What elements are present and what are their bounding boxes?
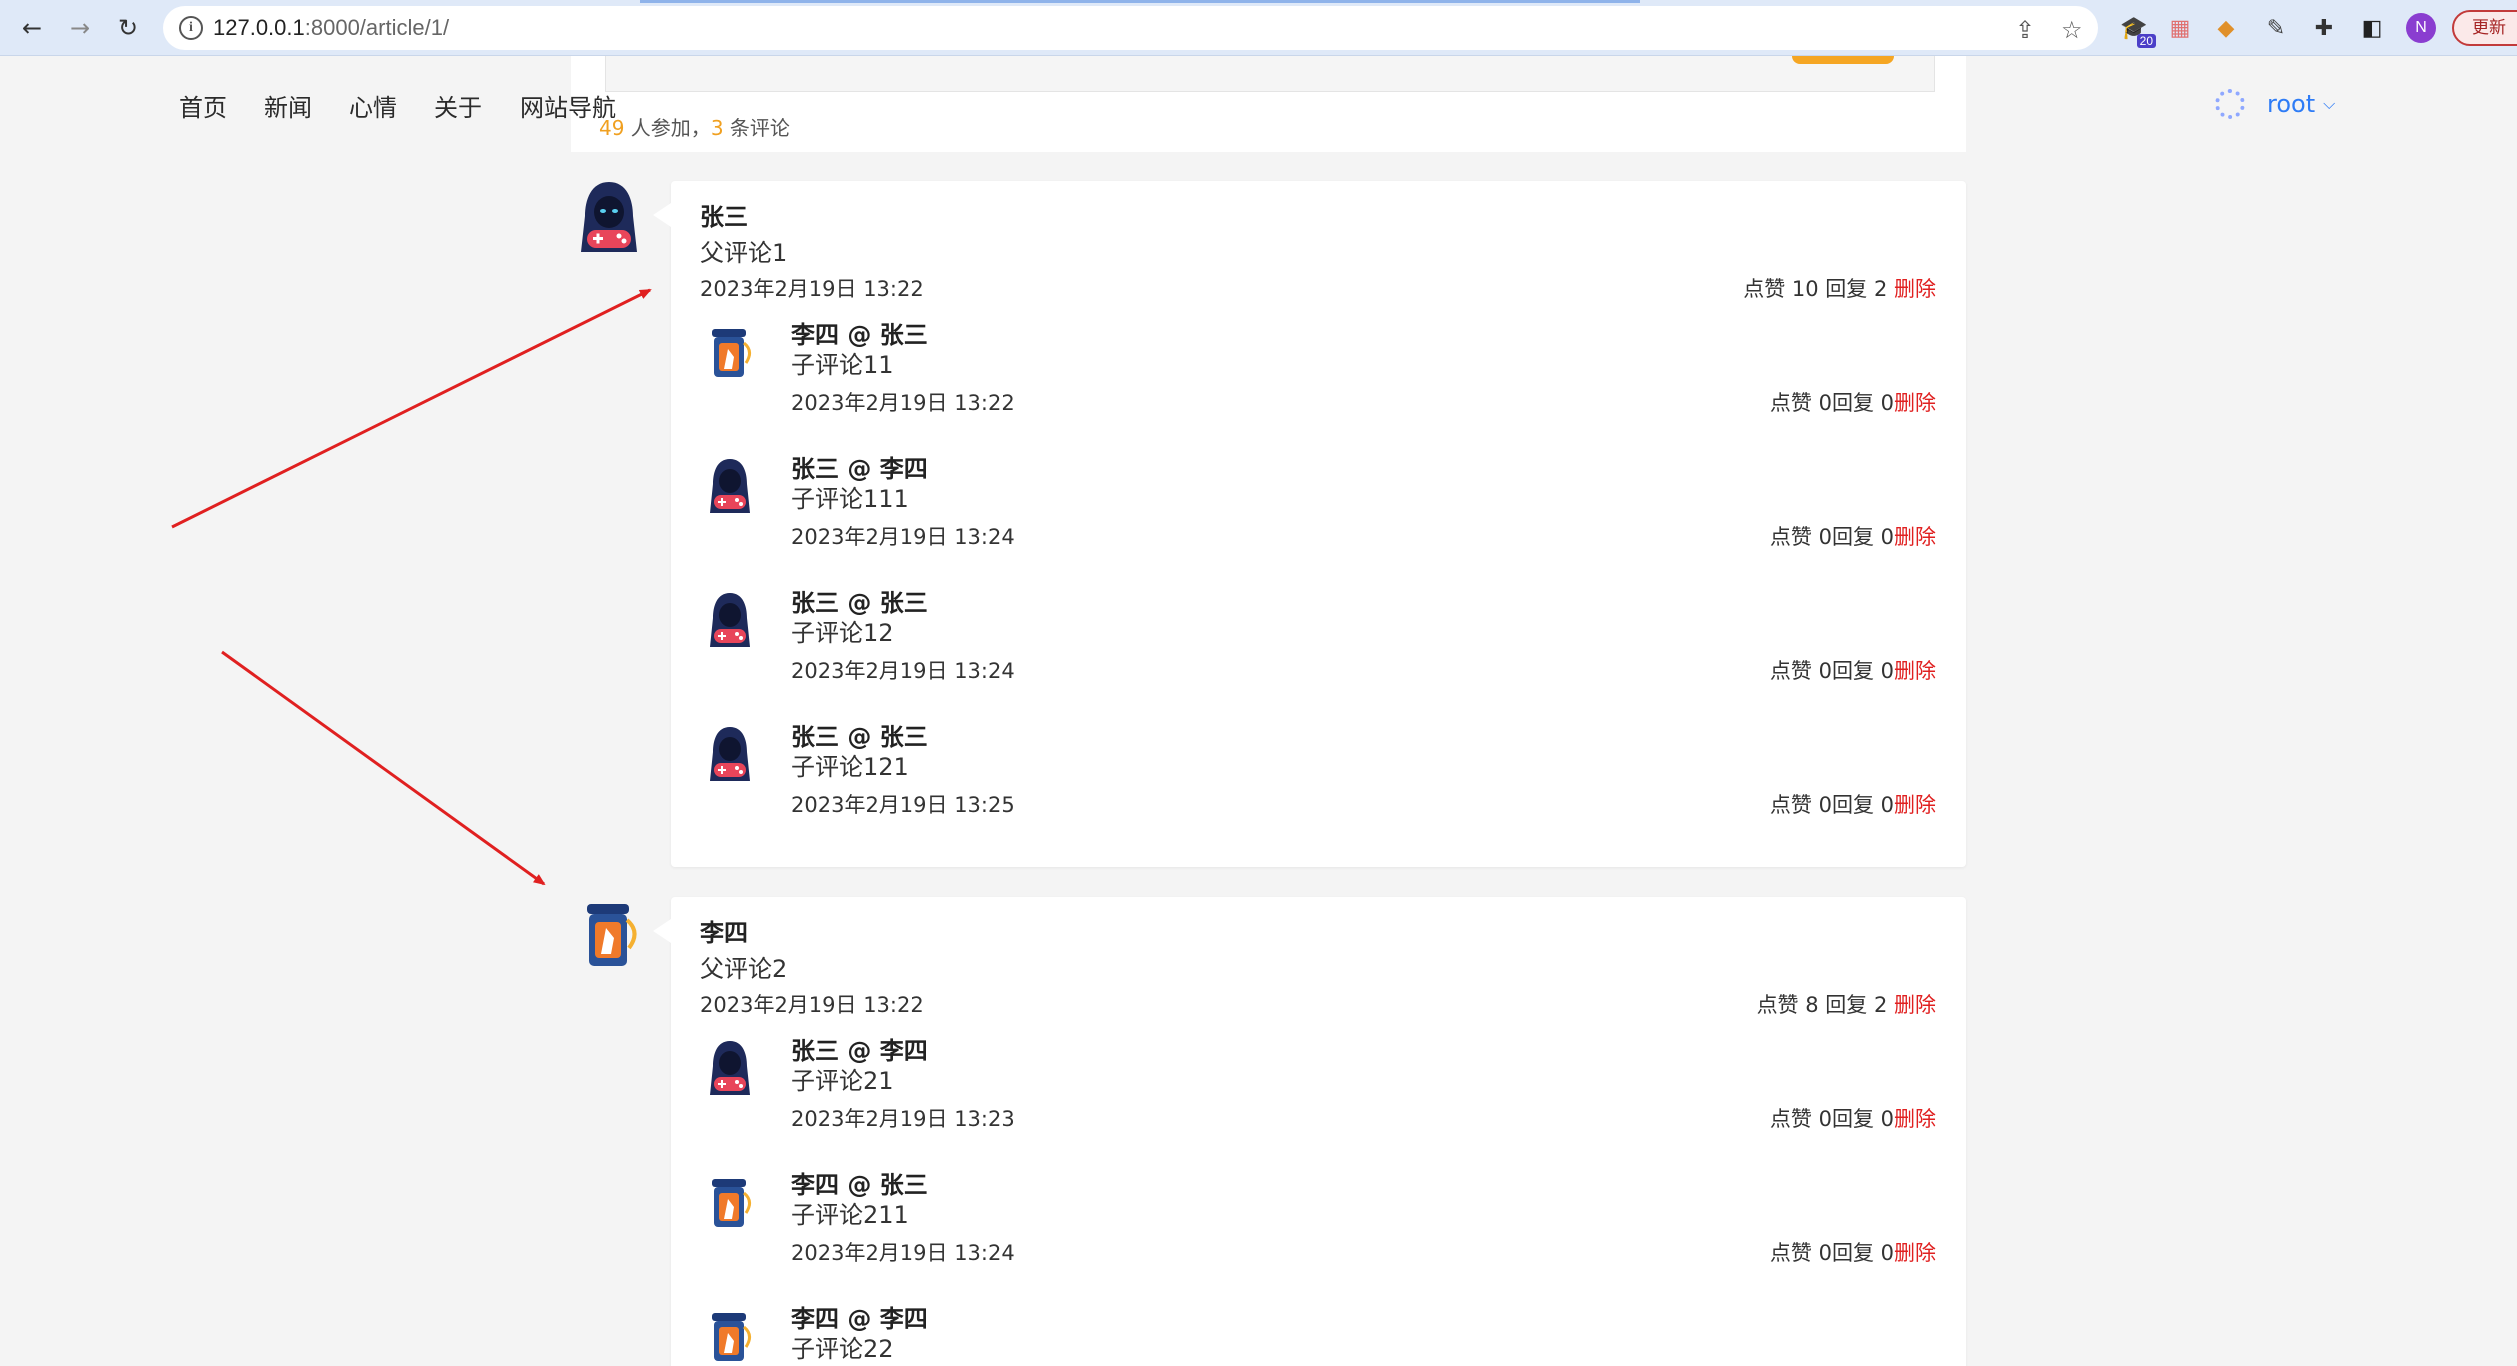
reply-item: 李四 @ 张三 子评论11 2023年2月19日 13:22 点赞 0回复 0删…	[671, 315, 1966, 449]
reply-meta: 点赞 0回复 0删除	[1770, 1237, 1936, 1267]
delete-link[interactable]: 删除	[1894, 659, 1936, 683]
reply-like-reply[interactable]: 点赞 0回复 0	[1770, 1241, 1894, 1265]
comment-time: 2023年2月19日 13:22	[700, 277, 924, 301]
reply-meta: 点赞 0回复 0删除	[1770, 387, 1936, 417]
puzzle-extensions-icon[interactable]: ✚	[2310, 14, 2338, 42]
reply-item: 张三 @ 张三 子评论121 2023年2月19日 13:25 点赞 0回复 0…	[671, 717, 1966, 851]
reply-time: 2023年2月19日 13:24	[791, 525, 1015, 549]
back-arrow-icon[interactable]: ←	[16, 12, 48, 44]
comment-meta: 点赞 10 回复 2 删除	[1743, 273, 1936, 303]
url-text[interactable]: 127.0.0.1:8000/article/1/	[213, 15, 449, 41]
avatar-hacker	[710, 1041, 750, 1095]
comment-like-reply[interactable]: 点赞 10 回复 2	[1743, 277, 1894, 301]
delete-link[interactable]: 删除	[1894, 391, 1936, 415]
nav-site-guide[interactable]: 网站导航	[520, 88, 616, 123]
comment-content: 父评论2	[700, 955, 788, 983]
bookmark-star-icon[interactable]: ☆	[2061, 16, 2083, 44]
user-menu[interactable]: root ⌵	[2215, 86, 2335, 122]
comment-time: 2023年2月19日 13:22	[700, 993, 924, 1017]
nav-home[interactable]: 首页	[179, 88, 227, 123]
reply-content: 子评论211	[791, 1201, 909, 1229]
tab-strip-edge	[640, 0, 1640, 3]
extension-graduation-icon[interactable]: 🎓 20	[2120, 14, 2156, 48]
avatar-jar	[712, 1313, 751, 1361]
url-path: :8000/article/1/	[304, 15, 450, 40]
reload-icon[interactable]: ↻	[112, 12, 144, 44]
side-panel-icon[interactable]: ◧	[2358, 14, 2386, 42]
extension-fox-icon[interactable]: ◆	[2212, 14, 2240, 42]
chevron-down-icon[interactable]: ⌵	[2323, 94, 2335, 114]
annotation-arrow	[171, 288, 652, 529]
comment-card: 张三 父评论1 2023年2月19日 13:22 点赞 10 回复 2 删除 李…	[653, 181, 1966, 867]
reply-like-reply[interactable]: 点赞 0回复 0	[1770, 1107, 1894, 1131]
comment-content: 父评论1	[700, 239, 788, 267]
forward-arrow-icon[interactable]: →	[64, 12, 96, 44]
comment-meta: 点赞 8 回复 2 删除	[1757, 989, 1936, 1019]
annotation-arrow	[221, 650, 546, 886]
reply-content: 子评论111	[791, 485, 909, 513]
reply-item: 张三 @ 李四 子评论111 2023年2月19日 13:24 点赞 0回复 0…	[671, 449, 1966, 583]
reply-content: 子评论12	[791, 619, 894, 647]
username[interactable]: root	[2267, 90, 2315, 118]
avatar-jar	[712, 1179, 751, 1227]
reply-content: 子评论11	[791, 351, 894, 379]
url-host: 127.0.0.1	[213, 15, 305, 40]
nav-mood[interactable]: 心情	[349, 88, 397, 123]
reply-content: 子评论121	[791, 753, 909, 781]
delete-link[interactable]: 删除	[1894, 277, 1936, 301]
comment-like-reply[interactable]: 点赞 8 回复 2	[1757, 993, 1894, 1017]
avatar-hacker	[710, 459, 750, 513]
reply-meta: 点赞 0回复 0删除	[1770, 521, 1936, 551]
delete-link[interactable]: 删除	[1894, 993, 1936, 1017]
avatar-hacker	[710, 593, 750, 647]
eyedropper-icon[interactable]: ✎	[2262, 14, 2290, 42]
avatar-hacker	[581, 182, 637, 252]
site-nav: 首页 新闻 心情 关于 网站导航	[0, 78, 2517, 134]
delete-link[interactable]: 删除	[1894, 525, 1936, 549]
reply-item: 李四 @ 李四 子评论22	[671, 1299, 1966, 1366]
browser-toolbar: ← → ↻ i 127.0.0.1:8000/article/1/ ⇪ ☆ 🎓 2…	[0, 0, 2517, 56]
reply-meta: 点赞 0回复 0删除	[1770, 789, 1936, 819]
reply-like-reply[interactable]: 点赞 0回复 0	[1770, 793, 1894, 817]
reply-time: 2023年2月19日 13:23	[791, 1107, 1015, 1131]
delete-link[interactable]: 删除	[1894, 1241, 1936, 1265]
reply-meta: 点赞 0回复 0删除	[1770, 1103, 1936, 1133]
reply-item: 李四 @ 张三 子评论211 2023年2月19日 13:24 点赞 0回复 0…	[671, 1165, 1966, 1299]
loading-spinner-icon	[2215, 89, 2245, 119]
comment-author: 李四	[700, 919, 748, 947]
delete-link[interactable]: 删除	[1894, 793, 1936, 817]
share-icon[interactable]: ⇪	[2015, 16, 2035, 44]
reply-time: 2023年2月19日 13:25	[791, 793, 1015, 817]
nav-news[interactable]: 新闻	[264, 88, 312, 123]
extension-badge: 20	[2136, 34, 2156, 48]
reply-time: 2023年2月19日 13:22	[791, 391, 1015, 415]
reply-time: 2023年2月19日 13:24	[791, 1241, 1015, 1265]
reply-content: 子评论21	[791, 1067, 894, 1095]
comment-card: 李四 父评论2 2023年2月19日 13:22 点赞 8 回复 2 删除 张三…	[653, 897, 1966, 1366]
reply-item: 张三 @ 张三 子评论12 2023年2月19日 13:24 点赞 0回复 0删…	[671, 583, 1966, 717]
reply-time: 2023年2月19日 13:24	[791, 659, 1015, 683]
reply-content: 子评论22	[791, 1335, 894, 1363]
reply-item: 张三 @ 李四 子评论21 2023年2月19日 13:23 点赞 0回复 0删…	[671, 1031, 1966, 1165]
avatar-hacker	[710, 727, 750, 781]
reply-like-reply[interactable]: 点赞 0回复 0	[1770, 525, 1894, 549]
reply-like-reply[interactable]: 点赞 0回复 0	[1770, 659, 1894, 683]
avatar-jar	[712, 329, 751, 377]
profile-avatar[interactable]: N	[2406, 13, 2436, 43]
reply-like-reply[interactable]: 点赞 0回复 0	[1770, 391, 1894, 415]
avatar-jar	[587, 904, 637, 966]
update-button[interactable]: 更新	[2452, 10, 2517, 46]
extension-grid-icon[interactable]: ▦	[2166, 14, 2194, 42]
delete-link[interactable]: 删除	[1894, 1107, 1936, 1131]
orange-action-button[interactable]	[1792, 56, 1894, 64]
address-bar[interactable]: i 127.0.0.1:8000/article/1/ ⇪ ☆	[163, 6, 2098, 50]
comment-author: 张三	[700, 203, 748, 231]
reply-meta: 点赞 0回复 0删除	[1770, 655, 1936, 685]
nav-about[interactable]: 关于	[434, 88, 482, 123]
site-info-icon[interactable]: i	[179, 16, 203, 40]
